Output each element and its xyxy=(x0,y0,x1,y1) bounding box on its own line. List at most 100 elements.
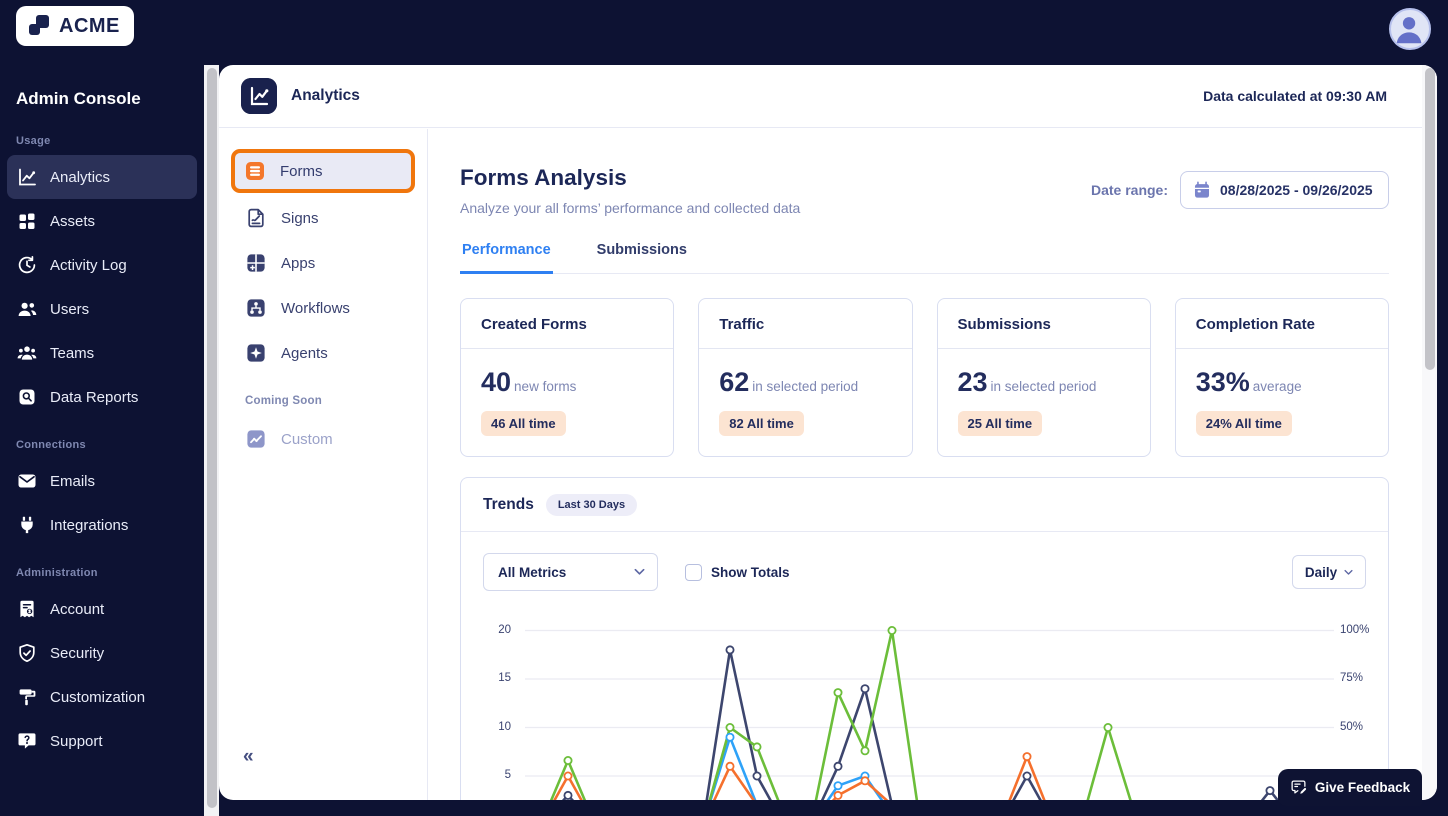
sidebar-item-data-reports[interactable]: Data Reports xyxy=(7,375,197,419)
analytics-nav-item-forms[interactable]: Forms xyxy=(231,149,415,193)
customization-icon xyxy=(17,687,37,707)
chevron-down-icon xyxy=(1344,569,1353,576)
stat-card-created-forms: Created Forms 40 new forms 46 All time xyxy=(460,298,675,457)
stat-suffix: average xyxy=(1252,379,1302,394)
show-totals-checkbox[interactable] xyxy=(685,563,702,581)
sidebar-item-label: Integrations xyxy=(50,516,129,534)
stat-card-title: Created Forms xyxy=(461,299,674,349)
stat-suffix: in selected period xyxy=(990,379,1097,394)
y-axis-left-tick: 10 xyxy=(498,720,511,733)
sidebar-scrollbar-track xyxy=(204,65,219,816)
custom-icon xyxy=(245,428,267,450)
nav-item-label: Signs xyxy=(281,209,319,227)
forms-analysis-content: Forms Analysis Analyze your all forms’ p… xyxy=(428,129,1422,800)
agents-icon xyxy=(245,342,267,364)
acme-logo[interactable]: ACME xyxy=(16,6,134,46)
forms-icon xyxy=(244,160,266,182)
trends-line-chart xyxy=(525,625,1334,800)
integrations-icon xyxy=(17,515,37,535)
main-panel: Analytics Data calculated at 09:30 AM Fo… xyxy=(219,65,1437,800)
tab-performance[interactable]: Performance xyxy=(460,242,553,274)
signs-icon xyxy=(245,207,267,229)
date-range-input[interactable]: 08/28/2025 - 09/26/2025 xyxy=(1180,171,1389,209)
y-axis-right-tick: 100% xyxy=(1340,623,1370,636)
section-label-usage: Usage xyxy=(16,135,51,147)
trends-header: Trends Last 30 Days xyxy=(461,478,1388,532)
analytics-nav-item-signs[interactable]: Signs xyxy=(233,196,413,240)
sidebar-item-customization[interactable]: Customization xyxy=(7,675,197,719)
account-icon xyxy=(17,599,37,619)
person-icon xyxy=(1391,10,1429,48)
calendar-icon xyxy=(1193,181,1211,199)
sidebar-item-teams[interactable]: Teams xyxy=(7,331,197,375)
show-totals-label: Show Totals xyxy=(711,564,790,580)
tab-submissions[interactable]: Submissions xyxy=(595,242,689,274)
sidebar-item-label: Users xyxy=(50,300,90,318)
feedback-label: Give Feedback xyxy=(1314,780,1411,795)
admin-sidebar: Admin Console Usage Analytics Assets Activi… xyxy=(0,65,204,816)
stat-suffix: in selected period xyxy=(752,379,859,394)
sidebar-item-activity-log[interactable]: Activity Log xyxy=(7,243,197,287)
collapse-sidebar-button[interactable]: « xyxy=(243,746,254,768)
stat-value: 23 xyxy=(957,367,988,397)
metrics-select-value: All Metrics xyxy=(498,564,567,580)
sidebar-title: Admin Console xyxy=(16,89,141,108)
section-label-administration: Administration xyxy=(16,567,98,579)
stat-value: 33% xyxy=(1195,367,1250,397)
give-feedback-button[interactable]: Give Feedback xyxy=(1278,769,1422,806)
trends-period-badge: Last 30 Days xyxy=(545,494,638,516)
stat-suffix: new forms xyxy=(514,379,577,394)
sidebar-item-users[interactable]: Users xyxy=(7,287,197,331)
sidebar-item-label: Analytics xyxy=(50,168,111,186)
sidebar-item-security[interactable]: Security xyxy=(7,631,197,675)
stat-all-time-badge: 46 All time xyxy=(481,411,566,436)
interval-select[interactable]: Daily xyxy=(1292,555,1366,589)
emails-icon xyxy=(17,471,37,491)
security-icon xyxy=(17,643,37,663)
apps-icon xyxy=(245,252,267,274)
date-range-value: 08/28/2025 - 09/26/2025 xyxy=(1220,182,1373,198)
trends-controls: All Metrics Show Totals Daily xyxy=(461,532,1388,591)
sidebar-item-integrations[interactable]: Integrations xyxy=(7,503,197,547)
data-calculated-status: Data calculated at 09:30 AM xyxy=(1203,88,1387,104)
y-axis-left-tick: 15 xyxy=(498,672,511,684)
sidebar-item-label: Assets xyxy=(50,212,96,230)
analytics-nav-item-workflows[interactable]: Workflows xyxy=(233,286,413,330)
users-icon xyxy=(17,299,37,319)
sidebar-scrollbar-thumb[interactable] xyxy=(206,68,217,808)
sidebar-item-assets[interactable]: Assets xyxy=(7,199,197,243)
sidebar-item-account[interactable]: Account xyxy=(7,587,197,631)
analytics-nav-item-agents[interactable]: Agents xyxy=(233,331,413,375)
sidebar-item-label: Activity Log xyxy=(50,256,127,274)
panel-scrollbar-track xyxy=(1422,65,1437,800)
nav-item-label: Apps xyxy=(281,254,316,272)
sidebar-item-label: Account xyxy=(50,600,105,618)
stat-card-title: Traffic xyxy=(699,299,912,349)
trends-chart: 5 10 15 20 50% 75% 100% xyxy=(461,606,1389,800)
sidebar-item-label: Customization xyxy=(50,688,146,706)
metrics-select[interactable]: All Metrics xyxy=(483,553,658,591)
analytics-nav-item-apps[interactable]: Apps xyxy=(233,241,413,285)
sidebar-item-emails[interactable]: Emails xyxy=(7,459,197,503)
sidebar-item-label: Data Reports xyxy=(50,388,139,406)
stat-card-traffic: Traffic 62 in selected period 82 All time xyxy=(698,298,913,457)
user-avatar[interactable] xyxy=(1389,8,1431,50)
sidebar-item-label: Security xyxy=(50,644,105,662)
trends-title: Trends xyxy=(483,496,534,513)
y-axis-right-tick: 50% xyxy=(1340,720,1364,733)
stat-card-completion-rate: Completion Rate 33% average 24% All time xyxy=(1174,298,1389,457)
show-totals-control[interactable]: Show Totals xyxy=(685,563,790,581)
chevron-down-icon xyxy=(634,568,645,576)
nav-item-label: Workflows xyxy=(281,299,350,317)
activity-log-icon xyxy=(17,255,37,275)
sidebar-item-analytics[interactable]: Analytics xyxy=(7,155,197,199)
section-label-connections: Connections xyxy=(16,439,86,451)
panel-header: Analytics Data calculated at 09:30 AM xyxy=(219,65,1437,128)
acme-logo-icon xyxy=(26,13,52,39)
sidebar-item-support[interactable]: Support xyxy=(7,719,197,763)
sidebar-item-label: Emails xyxy=(50,472,96,490)
tabs-bar: Performance Submissions xyxy=(460,242,1389,274)
stat-all-time-badge: 25 All time xyxy=(957,411,1043,436)
support-icon xyxy=(17,731,37,751)
panel-scrollbar-thumb[interactable] xyxy=(1424,68,1435,370)
